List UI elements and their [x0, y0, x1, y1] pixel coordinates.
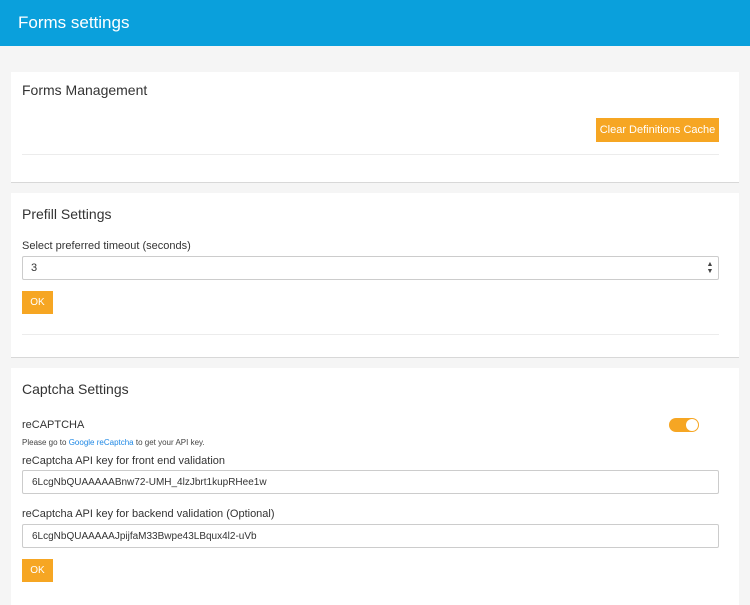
divider [22, 154, 719, 155]
prefill-ok-button[interactable]: OK [22, 291, 53, 314]
prefill-ok-row: OK [22, 280, 719, 328]
backend-key-input[interactable] [22, 524, 719, 548]
timeout-select[interactable]: 3 ▲ ▼ [22, 256, 719, 280]
toggle-knob [686, 419, 698, 431]
hint-suffix: to get your API key. [133, 438, 205, 447]
forms-management-title: Forms Management [22, 82, 148, 98]
timeout-selected-value: 3 [31, 262, 38, 274]
settings-content: Forms Management Clear Definitions Cache… [0, 46, 750, 605]
forms-management-card: Forms Management Clear Definitions Cache [11, 72, 739, 183]
divider [22, 334, 719, 335]
hint-prefix: Please go to [22, 438, 69, 447]
api-key-hint: Please go to Google reCaptcha to get you… [22, 436, 719, 455]
prefill-settings-card: Prefill Settings Select preferred timeou… [11, 193, 739, 358]
prefill-settings-title: Prefill Settings [22, 206, 112, 222]
recaptcha-toggle[interactable] [669, 418, 699, 432]
frontend-key-label: reCaptcha API key for front end validati… [22, 455, 226, 467]
select-arrows-icon: ▲ ▼ [706, 261, 714, 275]
frontend-key-input[interactable] [22, 470, 719, 494]
page-title: Forms settings [18, 13, 130, 32]
header-bar: Forms settings [0, 0, 750, 46]
captcha-settings-card: Captcha Settings reCAPTCHA Please go to … [11, 368, 739, 605]
captcha-ok-button[interactable]: OK [22, 559, 53, 582]
clear-definitions-cache-button[interactable]: Clear Definitions Cache [596, 118, 719, 142]
recaptcha-label: reCAPTCHA [22, 419, 85, 431]
backend-key-label: reCaptcha API key for backend validation… [22, 508, 275, 520]
google-recaptcha-link[interactable]: Google reCaptcha [69, 438, 134, 447]
captcha-ok-row: OK [22, 548, 719, 582]
timeout-label: Select preferred timeout (seconds) [22, 240, 191, 252]
captcha-settings-title: Captcha Settings [22, 381, 129, 397]
recaptcha-row: reCAPTCHA [22, 414, 719, 436]
clear-cache-row: Clear Definitions Cache [22, 108, 719, 154]
